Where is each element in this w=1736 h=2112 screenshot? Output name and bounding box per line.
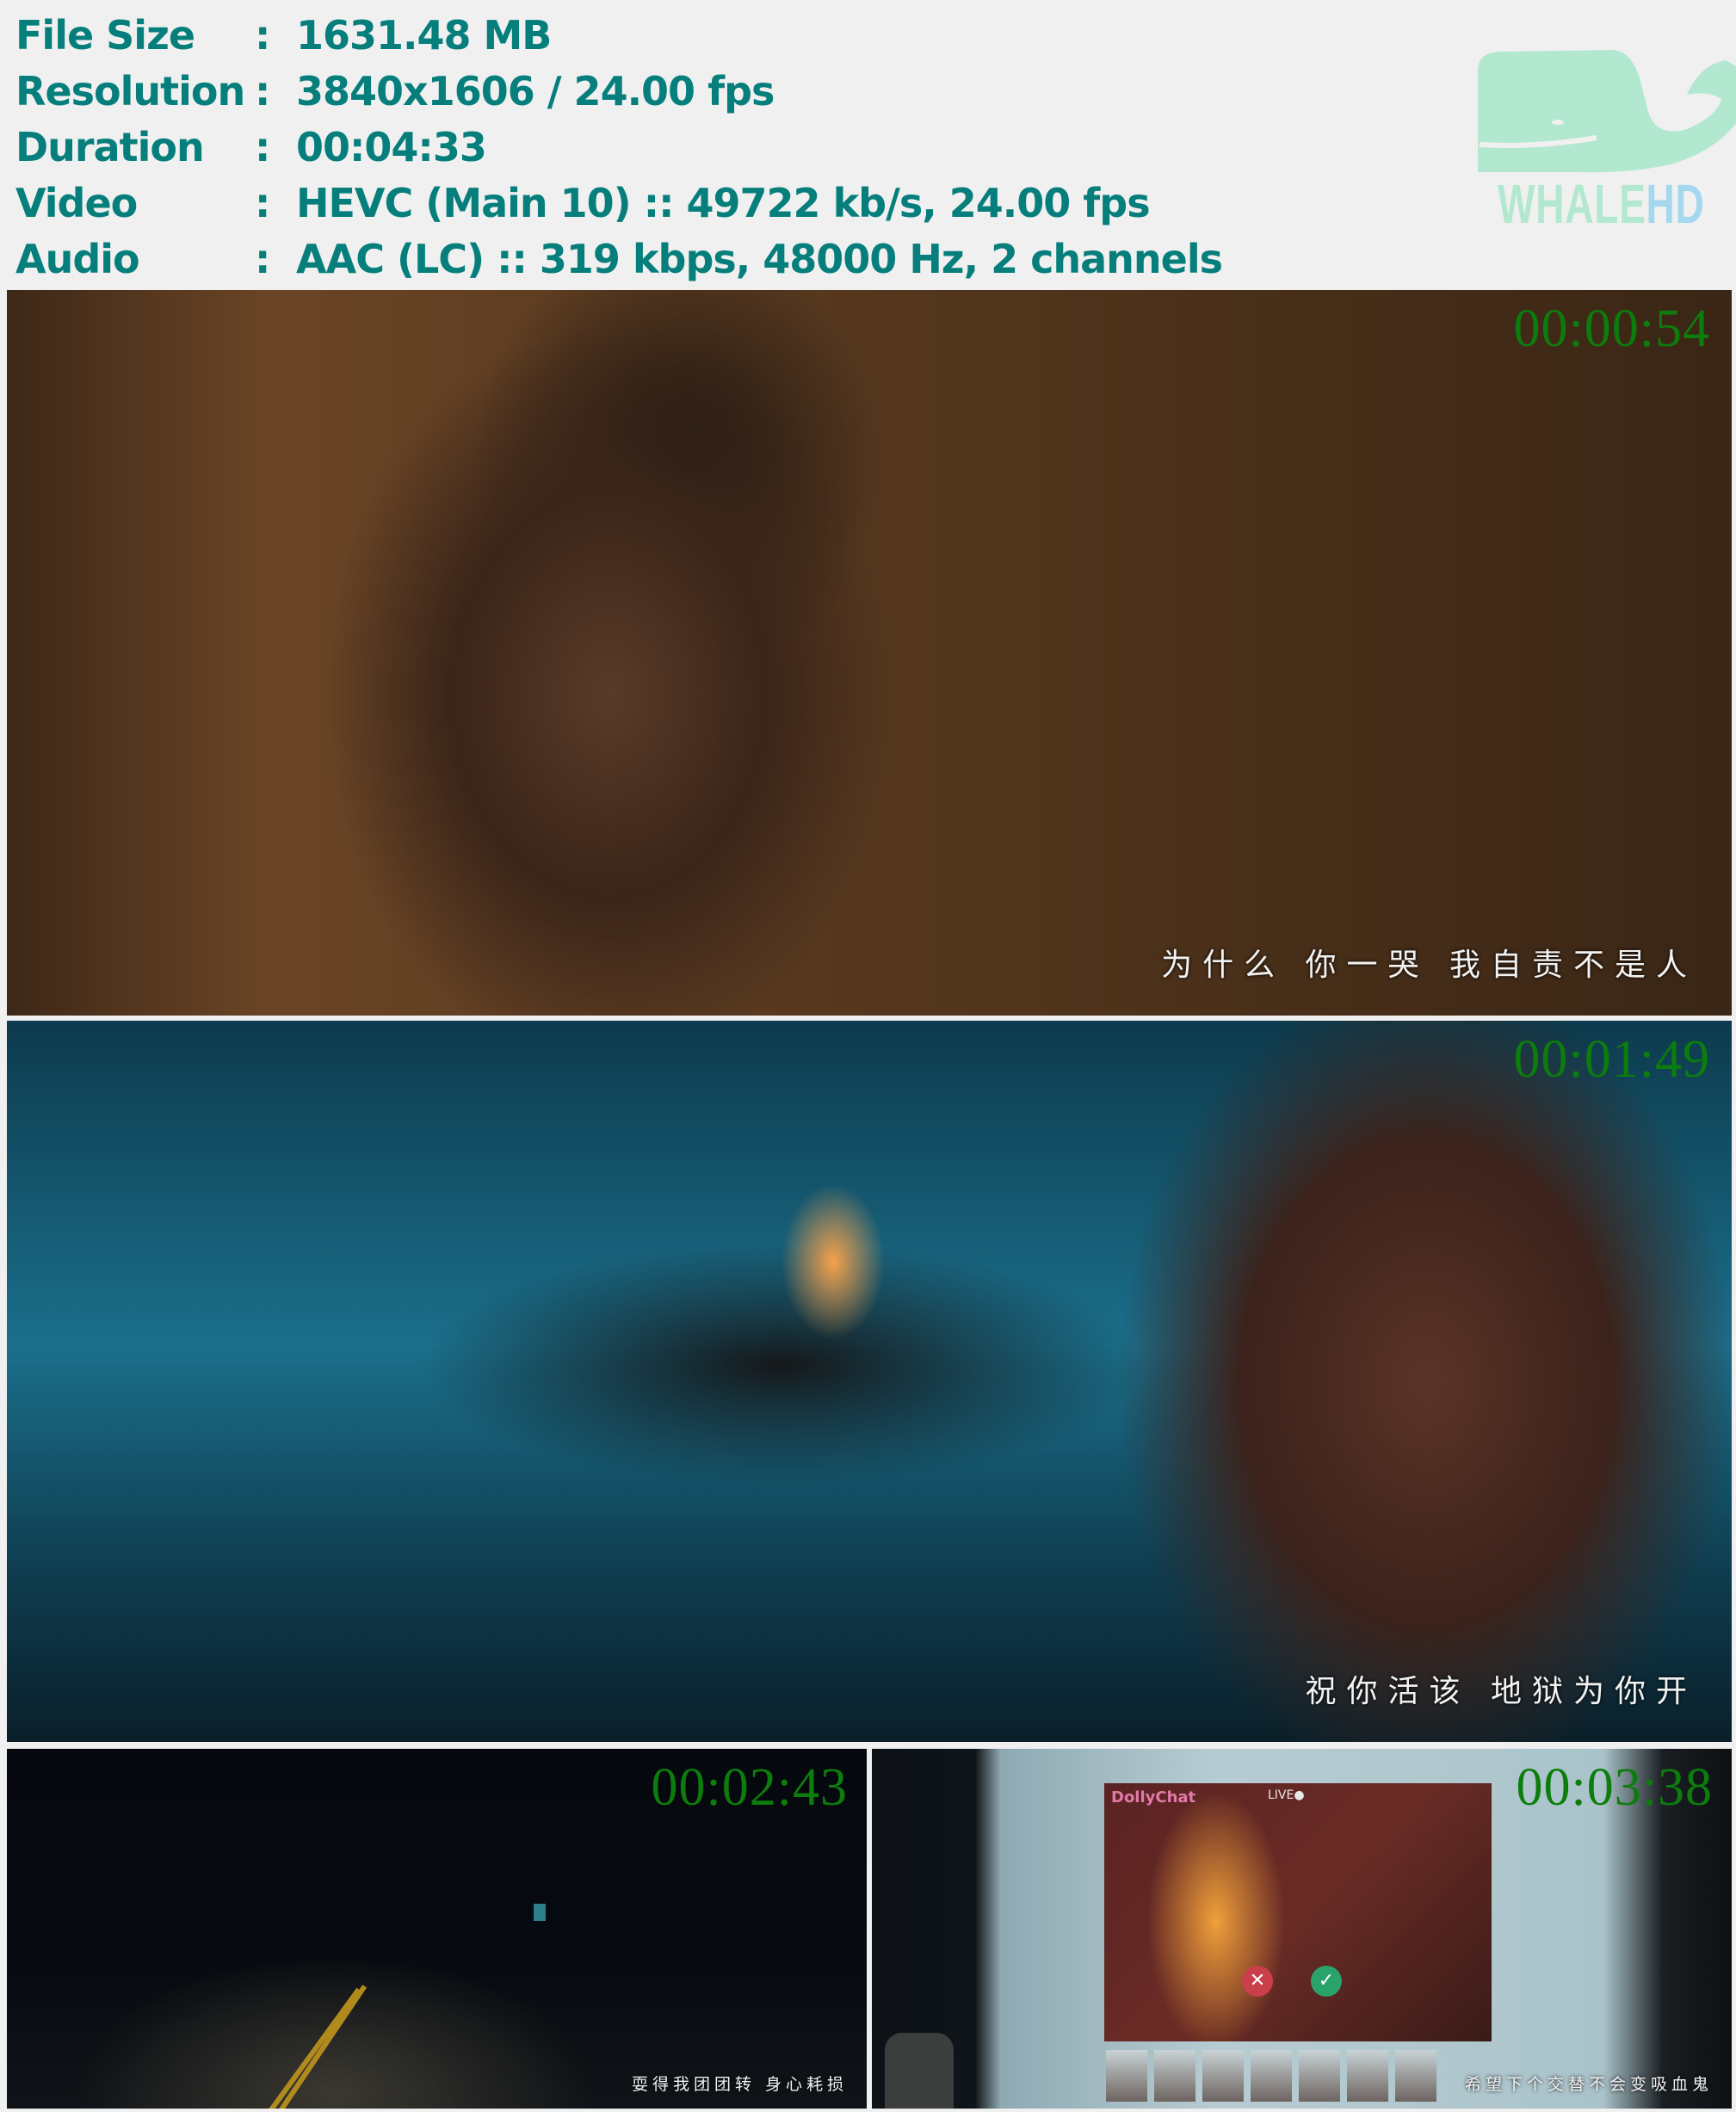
info-label: File Size (15, 11, 195, 59)
road-line (265, 1987, 361, 2109)
info-row-resolution: Resolution:3840x1606 / 24.00 fps (15, 63, 1222, 119)
user-thumb (1251, 2050, 1292, 2102)
info-label: Video (15, 179, 138, 226)
frame-subtitle: 祝你活该 地狱为你开 (1305, 1674, 1697, 1709)
frame-subtitle: 希望下个交替不会变吸血鬼 (1464, 2075, 1713, 2094)
decline-icon: ✕ (1242, 1966, 1273, 1997)
info-label: Duration (15, 123, 205, 170)
info-row-video: Video: HEVC (Main 10) :: 49722 kb/s, 24.0… (15, 175, 1222, 231)
logo-word-whale: WHALE (1498, 173, 1646, 235)
media-info: File Size:1631.48 MB Resolution:3840x160… (15, 7, 1223, 287)
road-line (275, 1985, 368, 2109)
user-thumb (1154, 2050, 1195, 2102)
frame-thumbnail-2: 00:01:49 祝你活该 地狱为你开 (7, 1021, 1732, 1742)
frame-subtitle: 为什么 你一哭 我自责不是人 (1161, 948, 1697, 983)
frame-timestamp: 00:01:49 (1513, 1030, 1710, 1089)
frame-timestamp: 00:00:54 (1513, 300, 1710, 358)
frame-timestamp: 00:02:43 (651, 1758, 848, 1817)
info-sep: : (255, 11, 270, 59)
user-thumbnails (1106, 2050, 1436, 2102)
info-row-audio: Audio: AAC (LC) :: 319 kbps, 48000 Hz, 2 … (15, 231, 1223, 287)
info-sep: : (255, 179, 270, 226)
user-thumb (1299, 2050, 1340, 2102)
info-value: 1631.48 MB (296, 11, 552, 59)
info-value: 00:04:33 (296, 123, 487, 170)
info-label: Resolution (15, 67, 245, 114)
frame-thumbnail-4: DollyChat LIVE● ✕ ✓ 00:03:38 希望下个交替不会变吸血… (872, 1749, 1732, 2109)
info-label: Audio (15, 235, 140, 282)
logo-word-hd: HD (1646, 173, 1705, 235)
drink-cup (885, 2033, 954, 2109)
accept-icon: ✓ (1311, 1966, 1342, 1997)
frame-subtitle: 耍得我团团转 身心耗损 (631, 2075, 848, 2094)
frame-timestamp: 00:03:38 (1516, 1758, 1713, 1817)
info-value: HEVC (Main 10) :: 49722 kb/s, 24.00 fps (296, 179, 1151, 226)
user-thumb (1347, 2050, 1388, 2102)
app-brand: DollyChat (1111, 1788, 1196, 1806)
info-value: 3840x1606 / 24.00 fps (296, 67, 775, 114)
livestream-screen (1104, 1783, 1492, 2041)
info-sep: : (255, 235, 270, 282)
info-row-duration: Duration:00:04:33 (15, 119, 1222, 175)
info-value: AAC (LC) :: 319 kbps, 48000 Hz, 2 channe… (296, 235, 1223, 282)
info-row-file-size: File Size:1631.48 MB (15, 7, 1222, 63)
info-sep: : (255, 123, 270, 170)
frame-thumbnail-1: 00:00:54 为什么 你一哭 我自责不是人 (7, 290, 1732, 1016)
live-badge: LIVE● (1268, 1788, 1305, 1802)
info-sep: : (255, 67, 270, 114)
user-thumb (1106, 2050, 1147, 2102)
user-thumb (1395, 2050, 1436, 2102)
user-thumb (1202, 2050, 1244, 2102)
road-sign (534, 1904, 546, 1921)
whale-hd-wordmark: WHALEHD (1498, 172, 1705, 236)
frame-thumbnail-3: 00:02:43 耍得我团团转 身心耗损 (7, 1749, 867, 2109)
